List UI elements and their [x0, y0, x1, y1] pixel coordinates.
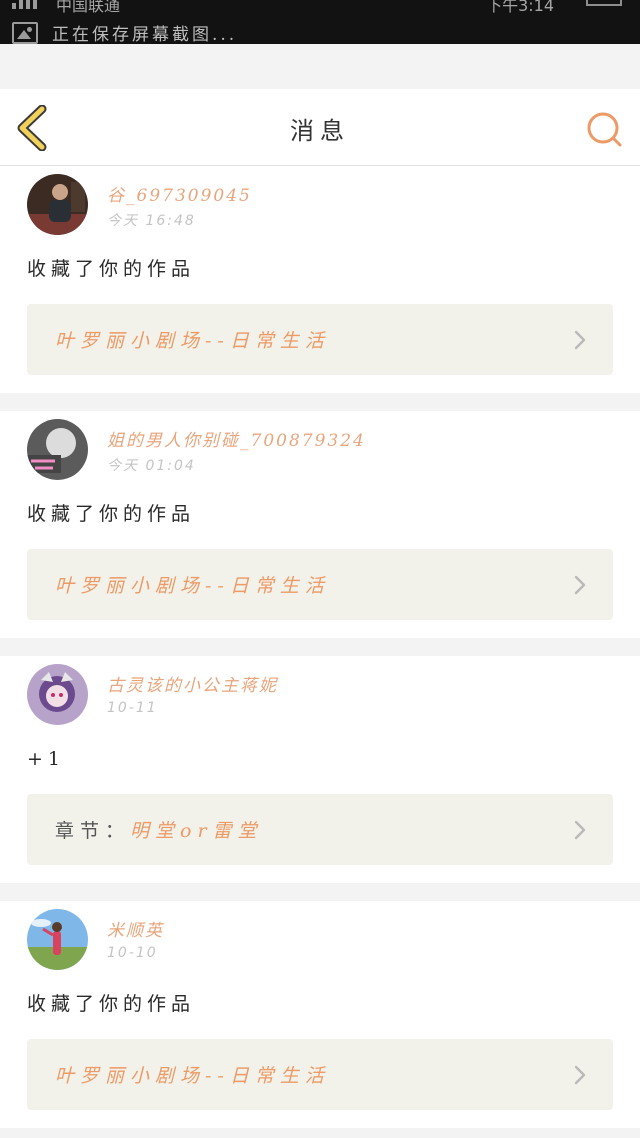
top-spacer	[0, 44, 640, 89]
username[interactable]: 姐的男人你别碰_700879324	[107, 426, 366, 451]
chevron-right-icon	[574, 330, 586, 350]
link-prefix: 章节：	[55, 820, 131, 842]
timestamp: 10-11	[107, 700, 158, 716]
search-icon	[587, 112, 622, 147]
message-card: 米顺英 10-10 收藏了你的作品 叶罗丽小剧场--日常生活	[0, 901, 640, 1128]
message-text: 收藏了你的作品	[27, 503, 196, 525]
image-icon	[12, 21, 38, 44]
page-title: 消息	[290, 117, 350, 145]
avatar[interactable]	[27, 664, 88, 725]
signal-icon	[12, 0, 37, 9]
carrier-label: 中国联通	[56, 0, 121, 15]
message-text: 收藏了你的作品	[27, 993, 196, 1015]
chevron-right-icon	[574, 820, 586, 840]
username[interactable]: 米顺英	[107, 916, 164, 941]
username[interactable]: 古灵该的小公主蒋妮	[107, 671, 278, 696]
avatar[interactable]	[27, 174, 88, 235]
chevron-right-icon	[574, 1065, 586, 1085]
battery-icon	[586, 0, 622, 6]
timestamp: 今天 16:48	[107, 213, 196, 229]
avatar[interactable]	[27, 419, 88, 480]
username[interactable]: 谷_697309045	[107, 181, 252, 206]
message-card: 古灵该的小公主蒋妮 10-11 +1 章节：明堂or雷堂	[0, 656, 640, 883]
work-link[interactable]: 章节：明堂or雷堂	[27, 794, 613, 865]
link-title: 叶罗丽小剧场--日常生活	[55, 330, 330, 352]
link-title: 叶罗丽小剧场--日常生活	[55, 1065, 330, 1087]
link-title: 叶罗丽小剧场--日常生活	[55, 575, 330, 597]
link-title: 明堂or雷堂	[130, 820, 263, 842]
nav-bar: 消息	[0, 89, 640, 166]
message-card: 谷_697309045 今天 16:48 收藏了你的作品 叶罗丽小剧场--日常生…	[0, 166, 640, 393]
work-link[interactable]: 叶罗丽小剧场--日常生活	[27, 304, 613, 375]
search-button[interactable]	[584, 109, 624, 149]
work-link[interactable]: 叶罗丽小剧场--日常生活	[27, 1039, 613, 1110]
work-link[interactable]: 叶罗丽小剧场--日常生活	[27, 549, 613, 620]
status-time: 下午3:14	[486, 0, 554, 15]
message-card: 姐的男人你别碰_700879324 今天 01:04 收藏了你的作品 叶罗丽小剧…	[0, 411, 640, 638]
notification-text: 正在保存屏幕截图...	[52, 25, 238, 44]
timestamp: 10-10	[107, 945, 158, 961]
message-text: +1	[27, 748, 66, 770]
timestamp: 今天 01:04	[107, 458, 196, 474]
avatar[interactable]	[27, 909, 88, 970]
message-text: 收藏了你的作品	[27, 258, 196, 280]
chevron-right-icon	[574, 575, 586, 595]
screenshot-notification: 正在保存屏幕截图...	[12, 20, 237, 44]
message-list: 谷_697309045 今天 16:48 收藏了你的作品 叶罗丽小剧场--日常生…	[0, 166, 640, 1128]
status-bar: 中国联通 下午3:14 正在保存屏幕截图...	[0, 0, 640, 44]
